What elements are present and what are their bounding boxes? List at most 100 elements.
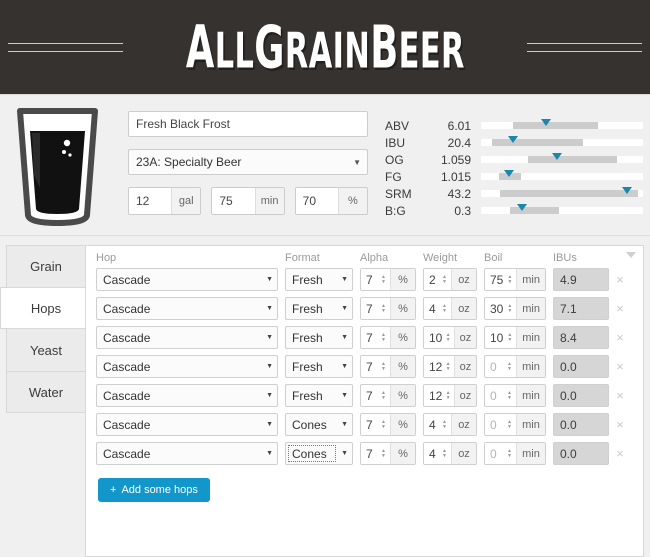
hop-variety-select[interactable]: Cascade ▼ <box>96 297 278 320</box>
remove-row-icon[interactable]: × <box>609 359 631 374</box>
alpha-acid-value[interactable]: 7 <box>361 385 377 406</box>
remove-row-icon[interactable]: × <box>609 388 631 403</box>
remove-row-icon[interactable]: × <box>609 301 631 316</box>
hop-variety-select[interactable]: Cascade ▼ <box>96 384 278 407</box>
spinner-icon[interactable]: ▲ ▼ <box>377 269 390 290</box>
spinner-icon[interactable]: ▲ ▼ <box>438 443 451 464</box>
boil-time-value[interactable]: 0 <box>485 356 503 377</box>
hop-weight-field[interactable]: 2 ▲ ▼ oz <box>423 268 477 291</box>
spinner-icon[interactable]: ▲ ▼ <box>377 327 390 348</box>
hop-format-select[interactable]: Cones ▼ <box>285 442 353 465</box>
boil-time-field[interactable]: 0 ▲ ▼ min <box>484 384 546 407</box>
spinner-icon[interactable]: ▲ ▼ <box>442 385 454 406</box>
alpha-acid-value[interactable]: 7 <box>361 356 377 377</box>
spinner-icon[interactable]: ▲ ▼ <box>503 356 516 377</box>
beer-style-select[interactable]: 23A: Specialty Beer ▼ <box>128 149 368 175</box>
spinner-icon[interactable]: ▲ ▼ <box>503 443 516 464</box>
boil-time-field[interactable]: 10 ▲ ▼ min <box>484 326 546 349</box>
boil-time-value[interactable]: 10 <box>485 327 504 348</box>
boil-time-field[interactable]: 0 ▲ ▼ min <box>484 442 546 465</box>
efficiency-field[interactable]: 70 % <box>294 187 368 215</box>
hop-variety-select[interactable]: Cascade ▼ <box>96 413 278 436</box>
hop-variety-select[interactable]: Cascade ▼ <box>96 442 278 465</box>
spinner-icon[interactable]: ▲ ▼ <box>503 414 516 435</box>
spinner-icon[interactable]: ▲ ▼ <box>442 327 454 348</box>
alpha-acid-field[interactable]: 7 ▲ ▼% <box>360 355 416 378</box>
remove-row-icon[interactable]: × <box>609 446 631 461</box>
hop-weight-field[interactable]: 4 ▲ ▼ oz <box>423 413 477 436</box>
alpha-acid-field[interactable]: 7 ▲ ▼% <box>360 297 416 320</box>
stat-slider[interactable] <box>481 170 643 180</box>
remove-row-icon[interactable]: × <box>609 417 631 432</box>
hop-weight-value[interactable]: 10 <box>424 327 443 348</box>
alpha-acid-field[interactable]: 7 ▲ ▼% <box>360 442 416 465</box>
alpha-acid-value[interactable]: 7 <box>361 327 377 348</box>
efficiency-value[interactable]: 70 <box>295 188 338 214</box>
sidebar-item-hops[interactable]: Hops <box>0 287 85 329</box>
batch-size-field[interactable]: 12 gal <box>128 187 202 215</box>
boil-time-field[interactable]: 0 ▲ ▼ min <box>484 355 546 378</box>
hop-format-select[interactable]: Fresh ▼ <box>285 355 353 378</box>
hop-weight-value[interactable]: 4 <box>424 298 438 319</box>
hop-format-select[interactable]: Fresh ▼ <box>285 384 353 407</box>
spinner-icon[interactable]: ▲ ▼ <box>503 327 517 348</box>
spinner-icon[interactable]: ▲ ▼ <box>503 298 517 319</box>
boil-time-value[interactable]: 0 <box>485 385 503 406</box>
remove-row-icon[interactable]: × <box>609 272 631 287</box>
hop-weight-value[interactable]: 12 <box>424 356 443 377</box>
alpha-acid-value[interactable]: 7 <box>361 269 377 290</box>
stat-slider[interactable] <box>481 119 643 129</box>
spinner-icon[interactable]: ▲ ▼ <box>503 269 517 290</box>
hop-weight-field[interactable]: 4 ▲ ▼ oz <box>423 442 477 465</box>
spinner-icon[interactable]: ▲ ▼ <box>377 414 390 435</box>
hop-variety-select[interactable]: Cascade ▼ <box>96 355 278 378</box>
hop-variety-select[interactable]: Cascade ▼ <box>96 326 278 349</box>
alpha-acid-value[interactable]: 7 <box>361 414 377 435</box>
panel-collapse-icon[interactable] <box>626 252 636 258</box>
boil-time-value[interactable]: 75 <box>212 188 255 214</box>
spinner-icon[interactable]: ▲ ▼ <box>377 298 390 319</box>
spinner-icon[interactable]: ▲ ▼ <box>442 356 454 377</box>
hop-weight-field[interactable]: 12 ▲ ▼ oz <box>423 384 477 407</box>
hop-weight-value[interactable]: 2 <box>424 269 438 290</box>
hop-variety-select[interactable]: Cascade ▼ <box>96 268 278 291</box>
hop-format-select[interactable]: Cones ▼ <box>285 413 353 436</box>
recipe-name-input[interactable] <box>128 111 368 137</box>
spinner-icon[interactable]: ▲ ▼ <box>438 414 451 435</box>
stat-slider[interactable] <box>481 187 643 197</box>
remove-row-icon[interactable]: × <box>609 330 631 345</box>
stat-slider[interactable] <box>481 136 643 146</box>
sidebar-item-water[interactable]: Water <box>6 371 85 413</box>
boil-time-field[interactable]: 0 ▲ ▼ min <box>484 413 546 436</box>
alpha-acid-field[interactable]: 7 ▲ ▼% <box>360 413 416 436</box>
add-hops-button[interactable]: + Add some hops <box>98 478 210 502</box>
boil-time-field[interactable]: 75 ▲ ▼ min <box>484 268 546 291</box>
sidebar-item-grain[interactable]: Grain <box>6 245 85 287</box>
alpha-acid-field[interactable]: 7 ▲ ▼% <box>360 326 416 349</box>
alpha-acid-value[interactable]: 7 <box>361 298 377 319</box>
hop-format-select[interactable]: Fresh ▼ <box>285 297 353 320</box>
boil-time-field[interactable]: 30 ▲ ▼ min <box>484 297 546 320</box>
spinner-icon[interactable]: ▲ ▼ <box>377 443 390 464</box>
hop-format-select[interactable]: Fresh ▼ <box>285 326 353 349</box>
hop-weight-value[interactable]: 4 <box>424 414 438 435</box>
stat-slider[interactable] <box>481 204 643 214</box>
boil-time-value[interactable]: 30 <box>485 298 504 319</box>
hop-weight-value[interactable]: 4 <box>424 443 438 464</box>
spinner-icon[interactable]: ▲ ▼ <box>377 356 390 377</box>
hop-weight-field[interactable]: 12 ▲ ▼ oz <box>423 355 477 378</box>
boil-time-field[interactable]: 75 min <box>211 187 285 215</box>
spinner-icon[interactable]: ▲ ▼ <box>438 298 451 319</box>
alpha-acid-value[interactable]: 7 <box>361 443 377 464</box>
hop-weight-value[interactable]: 12 <box>424 385 443 406</box>
hop-weight-field[interactable]: 10 ▲ ▼ oz <box>423 326 477 349</box>
boil-time-value[interactable]: 0 <box>485 414 503 435</box>
hop-weight-field[interactable]: 4 ▲ ▼ oz <box>423 297 477 320</box>
spinner-icon[interactable]: ▲ ▼ <box>438 269 451 290</box>
spinner-icon[interactable]: ▲ ▼ <box>377 385 390 406</box>
stat-slider[interactable] <box>481 153 643 163</box>
sidebar-item-yeast[interactable]: Yeast <box>6 329 85 371</box>
batch-size-value[interactable]: 12 <box>129 188 172 214</box>
spinner-icon[interactable]: ▲ ▼ <box>503 385 516 406</box>
hop-format-select[interactable]: Fresh ▼ <box>285 268 353 291</box>
